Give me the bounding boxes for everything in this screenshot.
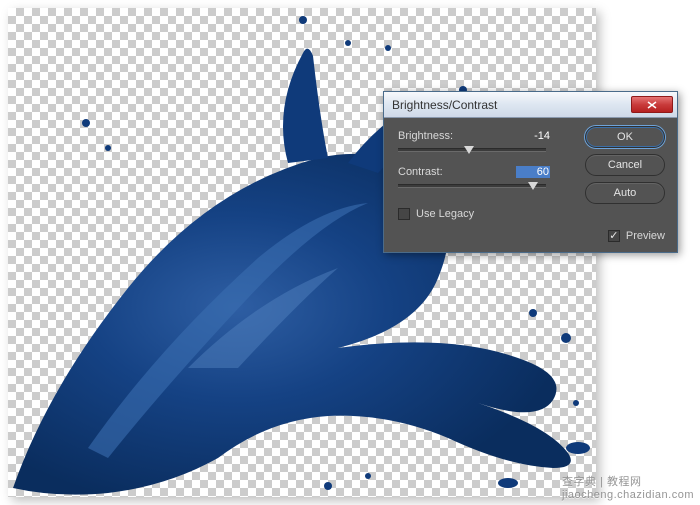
brightness-contrast-dialog: Brightness/Contrast Brightness: -14 Cont… [383, 91, 678, 253]
preview-label: Preview [626, 230, 665, 242]
use-legacy-checkbox[interactable] [398, 208, 410, 220]
brightness-value[interactable]: -14 [516, 130, 550, 142]
use-legacy-label: Use Legacy [416, 208, 474, 220]
contrast-value[interactable]: 60 [516, 166, 550, 178]
dialog-title: Brightness/Contrast [392, 98, 631, 112]
contrast-label: Contrast: [398, 166, 443, 178]
brightness-slider[interactable] [398, 148, 546, 152]
close-button[interactable] [631, 96, 673, 113]
watermark-line1: 查字典 | 教程网 [562, 473, 694, 489]
contrast-slider[interactable] [398, 184, 546, 188]
dialog-button-column: OK Cancel Auto [585, 126, 665, 204]
use-legacy-row: Use Legacy [398, 208, 474, 220]
auto-button[interactable]: Auto [585, 182, 665, 204]
watermark-line2: jiaocheng.chazidian.com [562, 489, 694, 501]
ok-button[interactable]: OK [585, 126, 665, 148]
contrast-slider-thumb[interactable] [528, 182, 538, 190]
dialog-titlebar[interactable]: Brightness/Contrast [384, 92, 677, 118]
cancel-button[interactable]: Cancel [585, 154, 665, 176]
watermark: 查字典 | 教程网 jiaocheng.chazidian.com [562, 473, 694, 501]
brightness-slider-thumb[interactable] [464, 146, 474, 154]
brightness-control: Brightness: -14 [398, 128, 550, 152]
contrast-control: Contrast: 60 [398, 164, 550, 188]
preview-row: Preview [608, 230, 665, 242]
dialog-body: Brightness: -14 Contrast: 60 Use Legacy … [384, 118, 677, 252]
close-icon [647, 101, 657, 109]
brightness-label: Brightness: [398, 130, 453, 142]
preview-checkbox[interactable] [608, 230, 620, 242]
